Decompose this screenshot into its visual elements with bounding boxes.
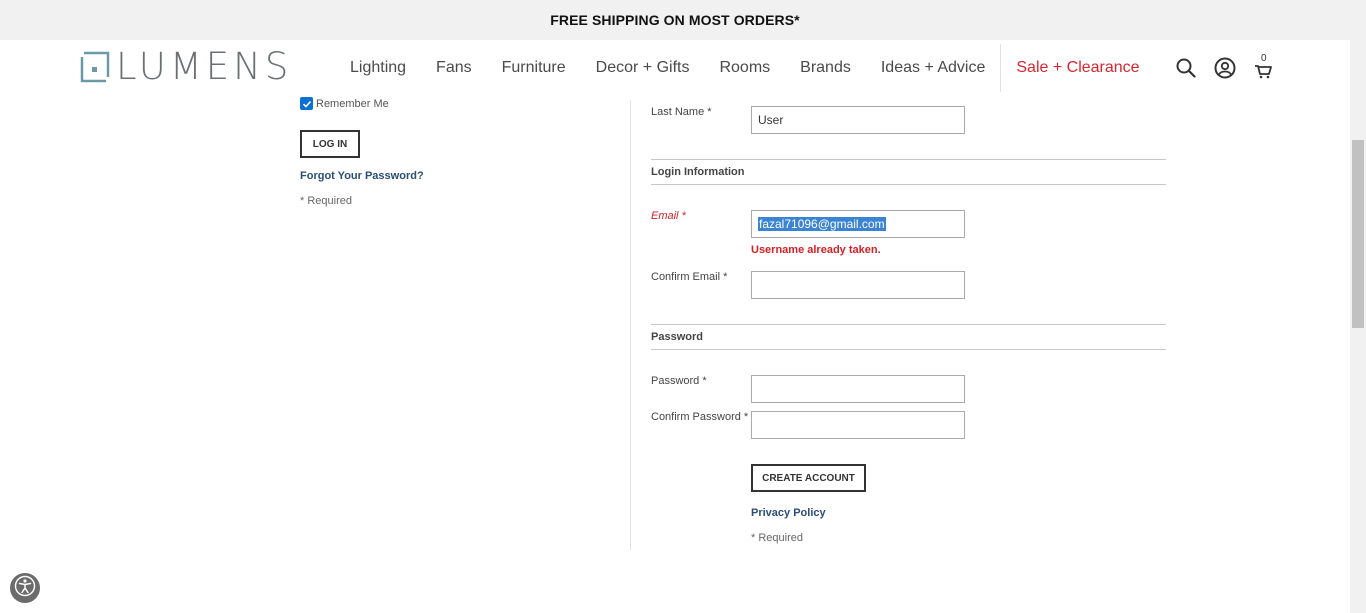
nav-item-brands[interactable]: Brands <box>785 59 866 77</box>
confirm-email-field[interactable] <box>751 271 965 299</box>
login-information-heading: Login Information <box>651 166 745 178</box>
required-note-register: * Required <box>751 532 803 544</box>
create-account-button[interactable]: CREATE ACCOUNT <box>751 464 866 492</box>
promo-text: FREE SHIPPING ON MOST ORDERS* <box>550 12 800 28</box>
remember-me-checkbox[interactable] <box>300 97 313 110</box>
remember-me-label: Remember Me <box>316 97 389 110</box>
nav-item-rooms[interactable]: Rooms <box>704 59 785 77</box>
promo-banner: FREE SHIPPING ON MOST ORDERS* <box>0 0 1350 40</box>
cart-count: 0 <box>1261 53 1267 64</box>
lumens-logo[interactable]: LUMENS <box>80 45 293 88</box>
main-navigation: Lighting Fans Furniture Decor + Gifts Ro… <box>335 40 1155 96</box>
forgot-password-link[interactable]: Forgot Your Password? <box>300 170 424 182</box>
nav-item-decor-gifts[interactable]: Decor + Gifts <box>581 59 705 77</box>
header-actions: 0 <box>1174 53 1291 80</box>
lumens-logo-mark-icon <box>80 51 110 83</box>
required-note-login: * Required <box>300 195 352 207</box>
login-info-top-rule <box>651 159 1166 160</box>
password-label: Password * <box>651 375 707 387</box>
email-error-message: Username already taken. <box>751 244 881 256</box>
logo-wordmark: LUMENS <box>116 45 293 88</box>
login-info-bottom-rule <box>651 184 1166 185</box>
password-field[interactable] <box>751 375 965 403</box>
search-icon[interactable] <box>1174 56 1198 80</box>
accessibility-icon <box>14 575 36 602</box>
page-scrollbar[interactable] <box>1350 0 1366 613</box>
nav-item-lighting[interactable]: Lighting <box>335 59 421 77</box>
email-label: Email * <box>651 210 686 222</box>
column-divider <box>630 100 631 550</box>
password-heading: Password <box>651 331 703 343</box>
nav-item-sale-clearance[interactable]: Sale + Clearance <box>1001 59 1154 77</box>
confirm-password-field[interactable] <box>751 411 965 439</box>
cart-icon[interactable]: 0 <box>1252 53 1276 80</box>
password-top-rule <box>651 324 1166 325</box>
email-value: fazal71096@gmail.com <box>758 217 886 231</box>
password-bottom-rule <box>651 349 1166 350</box>
confirm-email-label: Confirm Email * <box>651 271 728 283</box>
log-in-button[interactable]: LOG IN <box>300 130 360 158</box>
email-field[interactable]: fazal71096@gmail.com <box>751 210 965 238</box>
last-name-label: Last Name * <box>651 106 712 118</box>
privacy-policy-link[interactable]: Privacy Policy <box>751 507 826 519</box>
remember-me-row[interactable]: Remember Me <box>300 97 389 110</box>
nav-item-furniture[interactable]: Furniture <box>487 59 581 77</box>
nav-item-fans[interactable]: Fans <box>421 59 487 77</box>
last-name-input[interactable]: User <box>751 106 965 134</box>
site-header: LUMENS Lighting Fans Furniture Decor + G… <box>0 40 1350 96</box>
last-name-value: User <box>758 113 784 127</box>
nav-item-ideas-advice[interactable]: Ideas + Advice <box>866 59 1001 77</box>
account-icon[interactable] <box>1213 56 1237 80</box>
confirm-password-label: Confirm Password * <box>651 411 749 423</box>
scrollbar-thumb[interactable] <box>1352 140 1364 328</box>
accessibility-button[interactable] <box>10 573 40 603</box>
